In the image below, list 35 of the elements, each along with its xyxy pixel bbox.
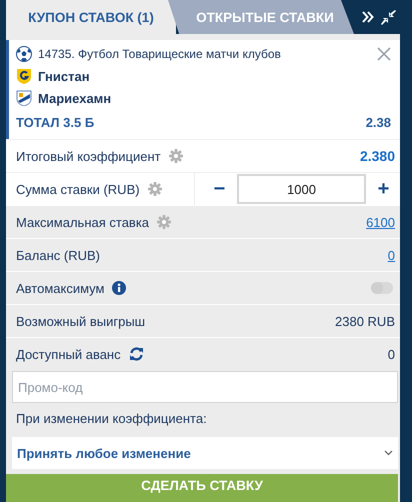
refresh-icon [128, 347, 144, 361]
toggle-switch[interactable] [371, 282, 393, 294]
stake-input[interactable]: 1000 [237, 174, 366, 204]
odds-value: 2.38 [366, 114, 391, 130]
field-label: Максимальная ставка [16, 214, 150, 230]
promo-code-field[interactable]: Промо-код [12, 371, 398, 403]
field-value: 2380 RUB [335, 314, 395, 328]
gear-icon [148, 182, 162, 196]
value-link[interactable]: 0 [388, 248, 395, 262]
gear-icon [157, 215, 172, 229]
field-label: Автомаксимум [16, 280, 104, 296]
total-odds: 2.380 [360, 148, 395, 164]
team-logo-icon [16, 90, 32, 106]
event-title: 14735. Футбол Товарищеские матчи клубов [38, 47, 281, 61]
close-icon[interactable] [377, 47, 391, 61]
field-label: Итоговый коэффициент [16, 148, 161, 164]
odds-change-label: При изменении коэффициента: [15, 410, 208, 428]
field-label: Возможный выигрыш [16, 314, 146, 328]
market-label: ТОТАЛ 3.5 Б [16, 114, 94, 130]
team-logo-icon [16, 68, 32, 84]
value-link[interactable]: 6100 [366, 214, 395, 230]
team-name: Мариехамн [38, 90, 112, 106]
team-name: Гнистан [38, 68, 90, 84]
double-chevron-icon[interactable] [362, 11, 374, 23]
odds-change-dropdown[interactable]: Принять любое изменение [12, 437, 398, 469]
soccer-ball-icon [16, 46, 32, 62]
field-label: Сумма ставки (RUB) [16, 182, 140, 196]
field-value: 0 [388, 346, 395, 362]
gear-icon [168, 149, 183, 163]
collapse-icon[interactable] [381, 10, 396, 24]
tab[interactable]: КУПОН СТАВОК (1) [6, 0, 176, 34]
info-icon [112, 281, 126, 295]
field-label: Доступный аванс [16, 346, 121, 362]
field-label: Баланс (RUB) [16, 248, 100, 262]
chevron-down-icon [384, 450, 393, 456]
